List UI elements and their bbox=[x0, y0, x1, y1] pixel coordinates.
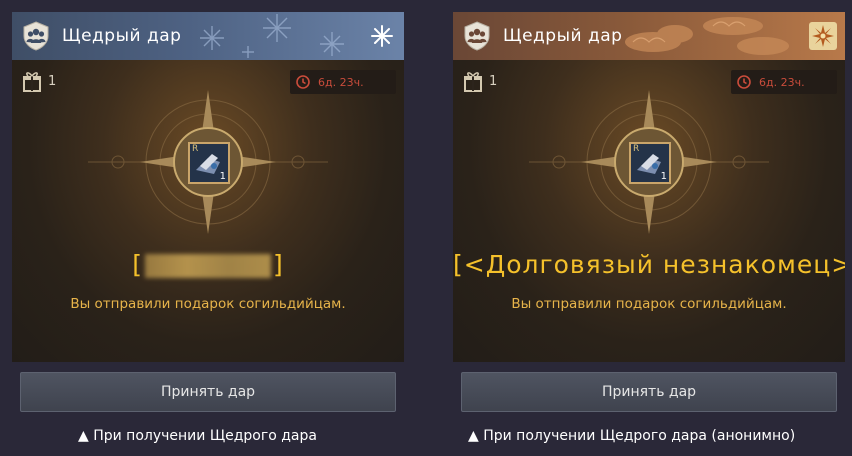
gift-icon bbox=[23, 72, 41, 92]
sender-open-bracket: [ bbox=[132, 250, 143, 279]
sender-name: [<Долговязый незнакомец>] bbox=[453, 250, 845, 279]
panel-header: Щедрый дар bbox=[12, 12, 404, 60]
gift-panel-right: Щедрый дар 1 6д. 23ч. R 1 [<Долговязый н… bbox=[453, 12, 845, 422]
gift-count-value: 1 bbox=[489, 73, 498, 89]
gift-item-slot[interactable]: R 1 bbox=[188, 142, 230, 184]
sent-message: Вы отправили подарок согильдийцам. bbox=[70, 296, 346, 312]
gift-counter: 1 bbox=[22, 70, 56, 92]
accept-gift-button[interactable]: Принять дар bbox=[20, 372, 396, 412]
item-quantity: 1 bbox=[660, 171, 667, 182]
panel-header: Щедрый дар bbox=[453, 12, 845, 60]
item-grade: R bbox=[192, 144, 199, 154]
panel-title: Щедрый дар bbox=[62, 26, 182, 46]
gift-card: Щедрый дар bbox=[453, 12, 845, 362]
sender-close-bracket: ] bbox=[273, 250, 284, 279]
item-quantity: 1 bbox=[219, 171, 226, 182]
gift-count-value: 1 bbox=[48, 73, 57, 89]
gift-item-slot[interactable]: R 1 bbox=[629, 142, 671, 184]
item-grade: R bbox=[633, 144, 640, 154]
gift-counter: 1 bbox=[463, 70, 497, 92]
caption-left: ▲ При получении Щедрого дара bbox=[78, 428, 317, 444]
guild-members-icon bbox=[461, 20, 493, 52]
sender-name: [] bbox=[12, 250, 404, 279]
sent-message: Вы отправили подарок согильдийцам. bbox=[511, 296, 787, 312]
sun-flower-icon bbox=[809, 22, 837, 50]
snowflake-decoration bbox=[200, 14, 344, 58]
caption-right: ▲ При получении Щедрого дара (анонимно) bbox=[468, 428, 796, 444]
gift-icon bbox=[464, 72, 482, 92]
panel-title: Щедрый дар bbox=[503, 26, 623, 46]
blurred-sender-name bbox=[145, 254, 271, 278]
snowflake-icon bbox=[368, 22, 396, 50]
guild-members-icon bbox=[20, 20, 52, 52]
gift-card: Щедрый дар bbox=[12, 12, 404, 362]
accept-gift-button[interactable]: Принять дар bbox=[461, 372, 837, 412]
gift-panel-left: Щедрый дар 1 6д. 23ч. R 1 [] Вы отправи… bbox=[12, 12, 404, 422]
cloud-decoration bbox=[625, 17, 789, 55]
